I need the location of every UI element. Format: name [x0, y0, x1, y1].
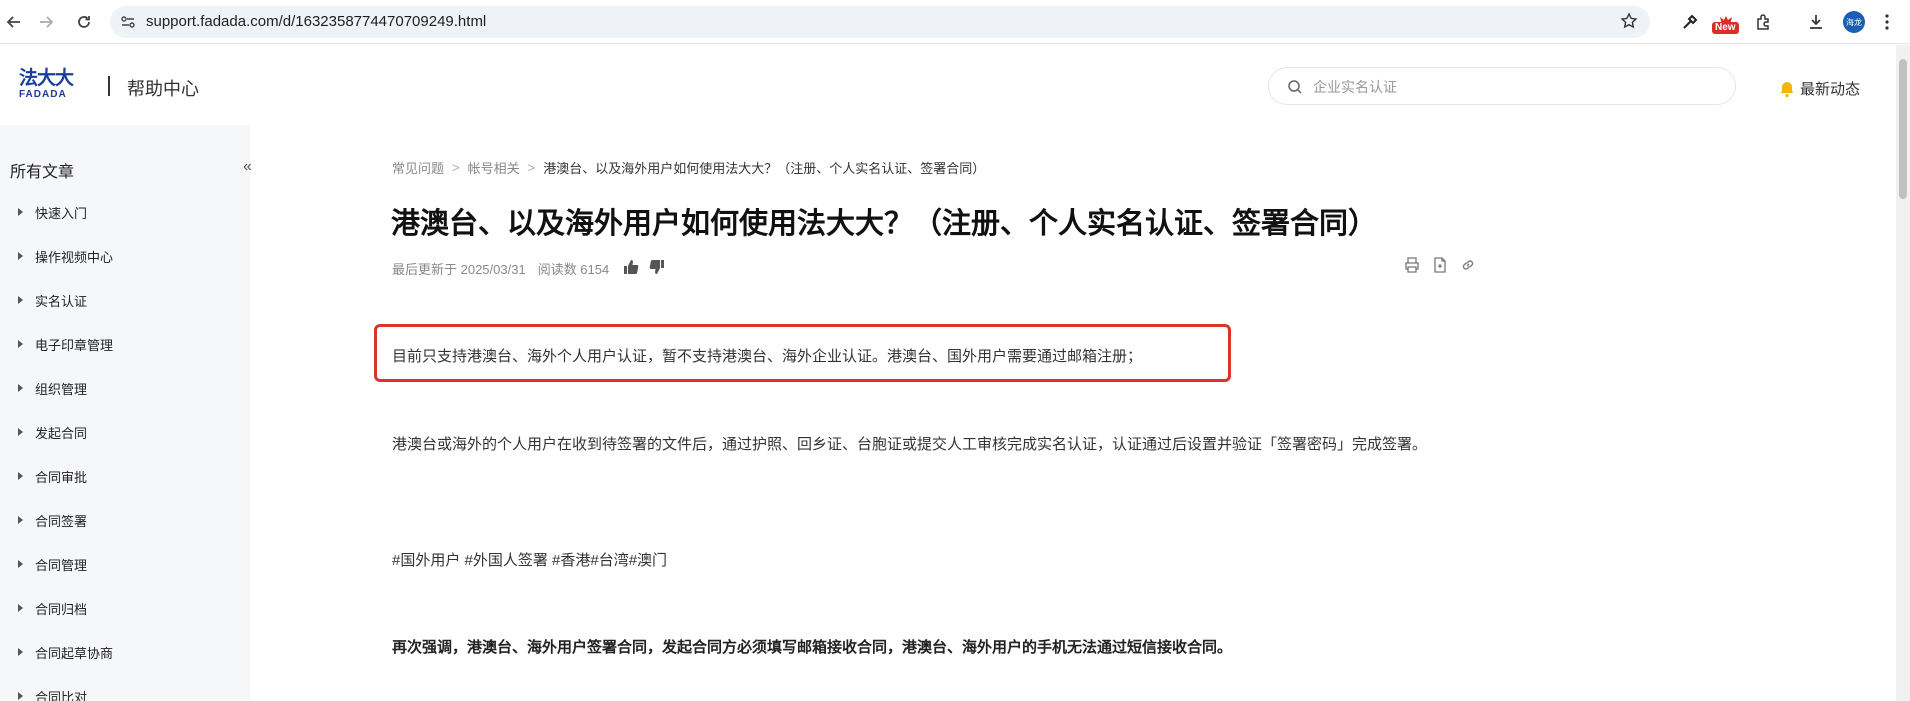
reload-button[interactable] — [70, 8, 98, 36]
article-emphasis: 再次强调，港澳台、海外用户签署合同，发起合同方必须填写邮箱接收合同，港澳台、海外… — [392, 639, 1233, 656]
extensions-puzzle-icon[interactable] — [1752, 10, 1776, 34]
fadada-logo[interactable]: 法大大 FADADA — [19, 69, 81, 103]
site-header: 法大大 FADADA 帮助中心 最新动态 — [0, 45, 1896, 125]
article-paragraph-2: 港澳台或海外的个人用户在收到待签署的文件后，通过护照、回乡证、台胞证或提交人工审… — [392, 436, 1428, 453]
sidebar-item-label: 组织管理 — [35, 381, 88, 397]
breadcrumb-account[interactable]: 帐号相关 — [468, 158, 520, 177]
sidebar-item-label: 合同比对 — [35, 689, 88, 701]
profile-avatar[interactable]: 海龙 — [1843, 11, 1865, 33]
caret-right-icon — [18, 296, 23, 304]
sidebar-item-label: 合同归档 — [35, 601, 88, 617]
forward-button[interactable] — [32, 8, 60, 36]
caret-right-icon — [18, 692, 23, 700]
caret-right-icon — [18, 604, 23, 612]
sidebar-title: 所有文章 — [10, 164, 75, 181]
sidebar-item-contract-compare[interactable]: 合同比对 — [18, 686, 87, 701]
caret-right-icon — [18, 208, 23, 216]
caret-right-icon — [18, 340, 23, 348]
page-scrollbar[interactable] — [1896, 45, 1910, 701]
sidebar-item-label: 合同起草协商 — [35, 645, 114, 661]
back-button[interactable] — [0, 8, 28, 36]
article-meta: 最后更新于 2025/03/31 阅读数 6154 — [392, 259, 665, 278]
bell-icon — [1780, 81, 1794, 97]
caret-right-icon — [18, 428, 23, 436]
sidebar-item-label: 合同管理 — [35, 557, 88, 573]
bookmark-star-icon[interactable] — [1620, 12, 1638, 35]
caret-right-icon — [18, 516, 23, 524]
help-center-link[interactable]: 帮助中心 — [127, 75, 199, 101]
logo-en-text: FADADA — [19, 89, 67, 100]
sidebar-item-verification[interactable]: 实名认证 — [18, 290, 87, 310]
sidebar-item-org-management[interactable]: 组织管理 — [18, 378, 87, 398]
search-icon — [1287, 79, 1303, 100]
scrollbar-thumb[interactable] — [1899, 59, 1907, 199]
breadcrumb-separator: > — [527, 160, 536, 175]
sidebar-item-contract-signing[interactable]: 合同签署 — [18, 510, 87, 530]
breadcrumb-current: 港澳台、以及海外用户如何使用法大大？（注册、个人实名认证、签署合同） — [543, 161, 986, 176]
address-bar[interactable]: support.fadada.com/d/1632358774470709249… — [110, 6, 1650, 38]
collapse-sidebar-button[interactable]: « — [243, 158, 252, 176]
download-icon[interactable] — [1804, 10, 1828, 34]
news-label: 最新动态 — [1800, 81, 1861, 98]
search-box[interactable] — [1268, 67, 1736, 105]
caret-right-icon — [18, 560, 23, 568]
article-tools — [1398, 257, 1482, 273]
sidebar-item-contract-management[interactable]: 合同管理 — [18, 554, 87, 574]
logo-cn-text: 法大大 — [19, 68, 74, 89]
new-badge: New — [1712, 22, 1739, 34]
page-title: 港澳台、以及海外用户如何使用法大大？（注册、个人实名认证、签署合同） — [391, 208, 1378, 240]
sidebar-item-quick-start[interactable]: 快速入门 — [18, 202, 87, 222]
article-tags: #国外用户 #外国人签署 #香港#台湾#澳门 — [392, 552, 668, 569]
forward-arrow-icon — [40, 16, 54, 28]
last-updated: 最后更新于 2025/03/31 — [392, 262, 526, 277]
caret-right-icon — [18, 648, 23, 656]
breadcrumb-faq[interactable]: 常见问题 — [392, 158, 444, 177]
sidebar-item-label: 快速入门 — [35, 205, 88, 221]
sidebar-item-create-contract[interactable]: 发起合同 — [18, 422, 87, 442]
site-info-icon[interactable] — [120, 14, 136, 35]
sidebar-item-label: 发起合同 — [35, 425, 88, 441]
search-input[interactable] — [1313, 76, 1713, 98]
sidebar-item-video-center[interactable]: 操作视频中心 — [18, 246, 113, 266]
copy-link-icon[interactable] — [1454, 257, 1482, 273]
sidebar-item-label: 实名认证 — [35, 293, 88, 309]
article-paragraph-1: 目前只支持港澳台、海外个人用户认证，暂不支持港澳台、海外企业认证。港澳台、国外用… — [392, 348, 1143, 365]
reload-icon — [78, 16, 90, 28]
sidebar-item-contract-archive[interactable]: 合同归档 — [18, 598, 87, 618]
browser-menu-icon[interactable] — [1875, 10, 1899, 34]
read-count: 阅读数 6154 — [537, 262, 610, 277]
print-icon[interactable] — [1398, 257, 1426, 273]
sidebar-item-contract-approval[interactable]: 合同审批 — [18, 466, 87, 486]
eyedropper-extension-icon[interactable] — [1678, 10, 1702, 34]
pdf-export-icon[interactable] — [1426, 257, 1454, 273]
caret-right-icon — [18, 252, 23, 260]
breadcrumb: 常见问题 > 帐号相关 > 港澳台、以及海外用户如何使用法大大？（注册、个人实名… — [392, 158, 985, 177]
sidebar-item-seal-management[interactable]: 电子印章管理 — [18, 334, 113, 354]
news-link[interactable]: 最新动态 — [1778, 78, 1860, 99]
thumbs-up-icon[interactable] — [623, 259, 639, 278]
caret-right-icon — [18, 472, 23, 480]
sidebar-item-contract-drafting[interactable]: 合同起草协商 — [18, 642, 113, 662]
sidebar-item-label: 合同审批 — [35, 469, 88, 485]
sidebar: 所有文章 « 快速入门 操作视频中心 实名认证 电子印章管理 组织管理 发起合同… — [0, 125, 252, 701]
sidebar-item-label: 合同签署 — [35, 513, 88, 529]
header-divider — [108, 76, 110, 96]
url-text[interactable]: support.fadada.com/d/1632358774470709249… — [146, 13, 486, 30]
breadcrumb-separator: > — [452, 160, 460, 175]
caret-right-icon — [18, 384, 23, 392]
browser-toolbar: support.fadada.com/d/1632358774470709249… — [0, 0, 1910, 44]
sidebar-item-label: 操作视频中心 — [35, 249, 114, 265]
sidebar-item-label: 电子印章管理 — [35, 337, 114, 353]
thumbs-down-icon[interactable] — [649, 259, 665, 278]
back-arrow-icon — [6, 16, 20, 28]
